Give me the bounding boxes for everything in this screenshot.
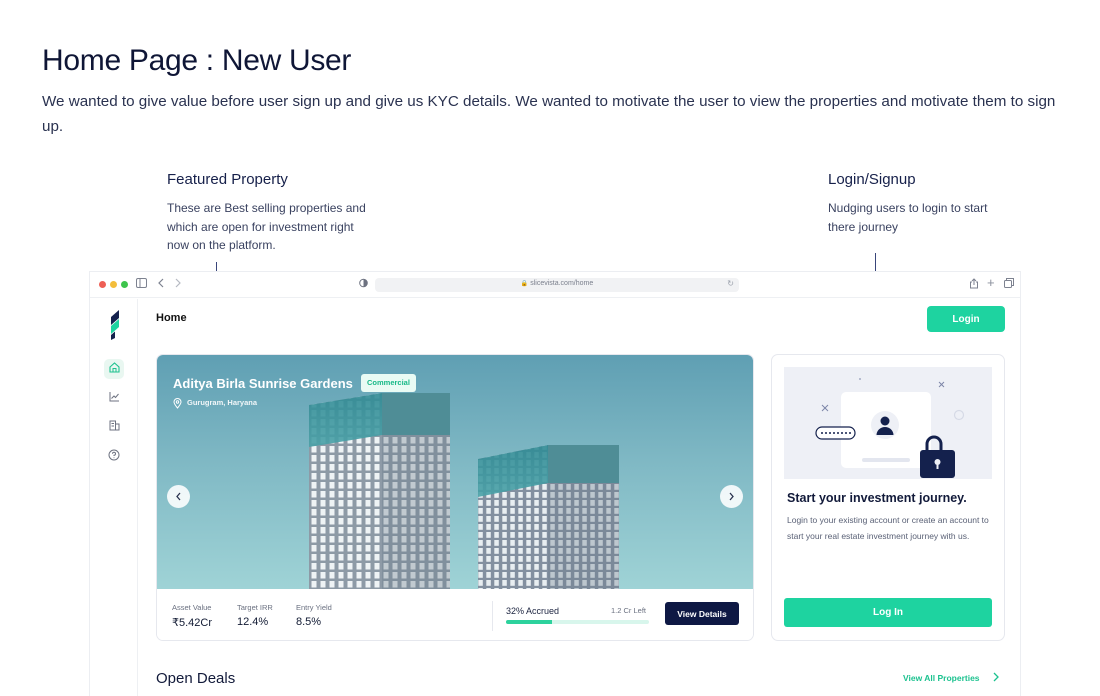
property-hero-image: Aditya Birla Sunrise Gardens Commercial … — [157, 355, 753, 589]
entry-yield-label: Entry Yield — [296, 603, 332, 612]
browser-window: 🔒 slicevista.com/home ↻ + Home Login Adi… — [89, 271, 1021, 696]
reload-icon[interactable]: ↻ — [727, 279, 734, 288]
asset-value-label: Asset Value — [172, 603, 212, 612]
carousel-prev-button[interactable] — [167, 485, 190, 508]
chevron-right-icon — [728, 489, 735, 504]
tabs-overview-icon[interactable] — [1004, 278, 1014, 293]
address-bar-url: 🔒 slicevista.com/home — [520, 280, 594, 287]
property-type-badge: Commercial — [361, 374, 416, 392]
sidebar-toggle-icon[interactable] — [136, 278, 147, 293]
back-icon[interactable] — [157, 278, 165, 293]
maximize-window-dot[interactable] — [121, 281, 128, 288]
property-stats: Asset Value ₹5.42Cr Target IRR 12.4% Ent… — [157, 589, 753, 640]
page-description: We wanted to give value before user sign… — [42, 93, 1056, 135]
app-sidebar — [90, 299, 138, 696]
annotation-login-text: Nudging users to login to start there jo… — [828, 201, 988, 234]
asset-value: ₹5.42Cr — [172, 617, 213, 629]
target-irr-label: Target IRR — [237, 603, 273, 612]
carousel-next-button[interactable] — [720, 485, 743, 508]
page-title: Home Page : New User — [42, 44, 352, 77]
login-prompt-card: Start your investment journey. Login to … — [771, 354, 1005, 641]
share-icon[interactable] — [969, 278, 979, 294]
chevron-right-icon[interactable] — [992, 670, 999, 688]
login-card-text: Login to your existing account or create… — [787, 515, 989, 541]
featured-property-card[interactable]: Aditya Birla Sunrise Gardens Commercial … — [156, 354, 754, 641]
chart-icon — [109, 389, 120, 407]
help-icon — [108, 448, 120, 466]
target-irr-value: 12.4% — [237, 616, 269, 628]
building-icon — [109, 418, 120, 436]
view-details-button[interactable]: View Details — [665, 602, 739, 625]
sidebar-item-properties[interactable] — [104, 417, 124, 437]
login-button[interactable]: Login — [927, 306, 1005, 332]
annotation-featured-text: These are Best selling properties and wh… — [167, 201, 366, 252]
sidebar-item-home[interactable] — [104, 359, 124, 379]
address-bar[interactable]: 🔒 slicevista.com/home ↻ — [375, 278, 739, 292]
view-all-properties-link[interactable]: View All Properties — [903, 673, 980, 683]
open-deals-heading: Open Deals — [156, 670, 236, 687]
chevron-left-icon — [175, 489, 182, 504]
lock-icon: 🔒 — [520, 281, 529, 287]
browser-titlebar: 🔒 slicevista.com/home ↻ + — [90, 272, 1020, 298]
amount-left-text: 1.2 Cr Left — [611, 606, 647, 615]
accrued-text: 32% Accrued — [506, 606, 560, 616]
annotation-login-title: Login/Signup — [828, 171, 916, 188]
close-window-dot[interactable] — [99, 281, 106, 288]
sidebar-item-help[interactable] — [104, 447, 124, 467]
log-in-button[interactable]: Log In — [784, 598, 992, 627]
property-location: Gurugram, Haryana — [187, 398, 258, 407]
minimize-window-dot[interactable] — [110, 281, 117, 288]
privacy-shield-icon[interactable] — [359, 278, 368, 293]
new-tab-icon[interactable]: + — [987, 276, 995, 290]
login-card-title: Start your investment journey. — [787, 491, 967, 505]
annotation-featured-title: Featured Property — [167, 171, 288, 188]
home-icon — [108, 360, 120, 378]
entry-yield-value: 8.5% — [296, 616, 322, 628]
sidebar-item-portfolio[interactable] — [104, 388, 124, 408]
page-heading: Home — [156, 312, 187, 324]
funding-progress-bar — [506, 620, 649, 624]
funding-progress-fill — [506, 620, 552, 624]
property-name: Aditya Birla Sunrise Gardens — [173, 376, 353, 391]
login-illustration — [784, 367, 992, 479]
forward-icon[interactable] — [174, 278, 182, 293]
brand-logo[interactable] — [108, 310, 122, 340]
stats-divider — [492, 601, 493, 631]
location-pin-icon — [173, 396, 182, 414]
